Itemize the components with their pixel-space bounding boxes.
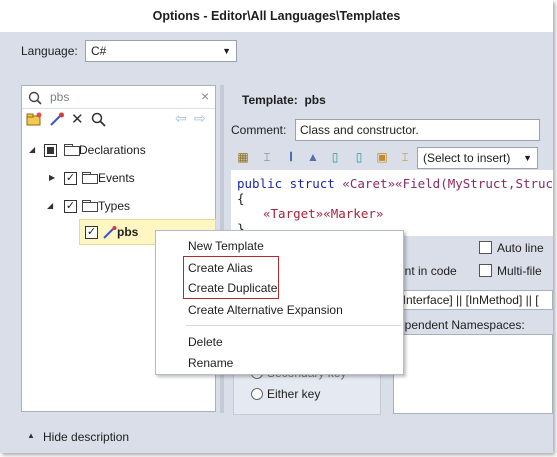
events-checkbox[interactable]: ✓ bbox=[64, 172, 77, 185]
context-menu: New Template Create Alias Create Duplica… bbox=[155, 230, 404, 375]
dependent-namespaces-label: ependent Namespaces: bbox=[398, 318, 525, 332]
either-key-radio[interactable] bbox=[251, 388, 263, 400]
tree-item-pbs-label: pbs bbox=[117, 225, 139, 239]
folder-open-icon bbox=[82, 200, 98, 212]
new-template-icon[interactable] bbox=[49, 112, 65, 127]
tree-item-declarations[interactable]: Declarations bbox=[79, 142, 146, 158]
types-checkbox[interactable]: ✓ bbox=[64, 200, 77, 213]
code-editor[interactable]: public struct «Caret»«Field(MyStruct,Str… bbox=[231, 170, 553, 236]
comment-input[interactable]: Class and constructor. bbox=[295, 119, 540, 141]
tree-toolbar: ✕ ⇦ ⇨ bbox=[24, 110, 214, 129]
field-icon[interactable]: ▯ bbox=[328, 150, 342, 164]
either-key-label: Either key bbox=[267, 387, 321, 401]
tree-item-types[interactable]: Types bbox=[98, 198, 130, 214]
in-code-label: ent in code bbox=[398, 264, 457, 278]
macro-toolbar: ▦ ⌶ Ⅰ ▲ ▯ ▯ ▣ ⌶ (Select to insert) ▼ bbox=[232, 147, 552, 169]
arrow-right-icon[interactable]: ⇨ bbox=[194, 110, 206, 127]
expression-icon[interactable]: ⌶ bbox=[398, 150, 412, 164]
find-icon[interactable] bbox=[91, 112, 107, 127]
scope-field[interactable]: nInterface] || [InMethod] || [ bbox=[393, 290, 553, 310]
language-select[interactable]: C# ▼ bbox=[85, 40, 237, 62]
pbs-checkbox[interactable]: ✓ bbox=[85, 226, 98, 239]
expand-arrow-icon[interactable]: ▶ bbox=[49, 173, 55, 183]
chevron-down-icon: ▼ bbox=[222, 46, 231, 56]
delete-icon[interactable]: ✕ bbox=[71, 110, 84, 128]
multi-file-label: Multi-file bbox=[497, 264, 542, 278]
chevron-down-icon: ▼ bbox=[523, 153, 532, 163]
language-value: C# bbox=[91, 44, 107, 58]
field-alt-icon[interactable]: ▯ bbox=[352, 150, 366, 164]
hide-description-link[interactable]: Hide description bbox=[43, 430, 129, 444]
collapse-arrow-icon[interactable]: ◢ bbox=[29, 145, 35, 155]
arrow-left-icon[interactable]: ⇦ bbox=[175, 110, 187, 127]
window-title: Options - Editor\All Languages\Templates bbox=[0, 0, 553, 32]
auto-line-label: Auto line bbox=[497, 241, 544, 255]
caret-icon[interactable]: Ⅰ bbox=[284, 150, 298, 164]
code-line-1: public struct «Caret»«Field(MyStruct,Str… bbox=[237, 176, 553, 191]
highlight-box bbox=[183, 256, 279, 299]
options-window: Options - Editor\All Languages\Templates… bbox=[0, 0, 553, 453]
marker-icon[interactable]: ▲ bbox=[306, 150, 320, 164]
collapse-arrow-icon[interactable]: ◢ bbox=[47, 201, 53, 211]
menu-item-rename[interactable]: Rename bbox=[188, 355, 233, 371]
menu-separator bbox=[186, 325, 401, 326]
collapse-up-icon[interactable]: ▲ bbox=[27, 431, 35, 440]
auto-line-checkbox[interactable] bbox=[479, 241, 492, 254]
search-value: pbs bbox=[50, 90, 70, 104]
search-input[interactable]: pbs × bbox=[24, 88, 214, 108]
declarations-checkbox[interactable] bbox=[44, 144, 57, 157]
language-label: Language: bbox=[21, 44, 78, 58]
comment-label: Comment: bbox=[231, 123, 287, 137]
clear-search-icon[interactable]: × bbox=[201, 88, 209, 104]
text-cursor-icon[interactable]: ⌶ bbox=[260, 150, 274, 164]
search-icon bbox=[28, 91, 42, 105]
search-divider bbox=[22, 108, 215, 109]
code-line-3: «Target»«Marker» bbox=[263, 206, 384, 221]
insert-select-value: (Select to insert) bbox=[423, 151, 511, 165]
menu-item-delete[interactable]: Delete bbox=[188, 334, 223, 350]
tree-item-events[interactable]: Events bbox=[98, 170, 135, 186]
multi-file-checkbox[interactable] bbox=[479, 264, 492, 277]
code-line-2: { bbox=[237, 191, 245, 206]
new-folder-icon[interactable] bbox=[26, 112, 42, 127]
folder-icon bbox=[82, 172, 98, 184]
template-macro-icon[interactable]: ▣ bbox=[375, 150, 389, 164]
dependent-namespaces-list[interactable] bbox=[393, 334, 553, 414]
template-name: pbs bbox=[304, 93, 326, 107]
folder-open-icon bbox=[64, 144, 80, 156]
template-label: Template: pbs bbox=[242, 93, 326, 107]
insert-select[interactable]: (Select to insert) ▼ bbox=[417, 147, 538, 169]
template-icon bbox=[103, 226, 117, 239]
menu-item-create-alternative-expansion[interactable]: Create Alternative Expansion bbox=[188, 302, 343, 318]
menu-item-new-template[interactable]: New Template bbox=[188, 238, 264, 254]
paste-icon[interactable]: ▦ bbox=[236, 150, 250, 164]
